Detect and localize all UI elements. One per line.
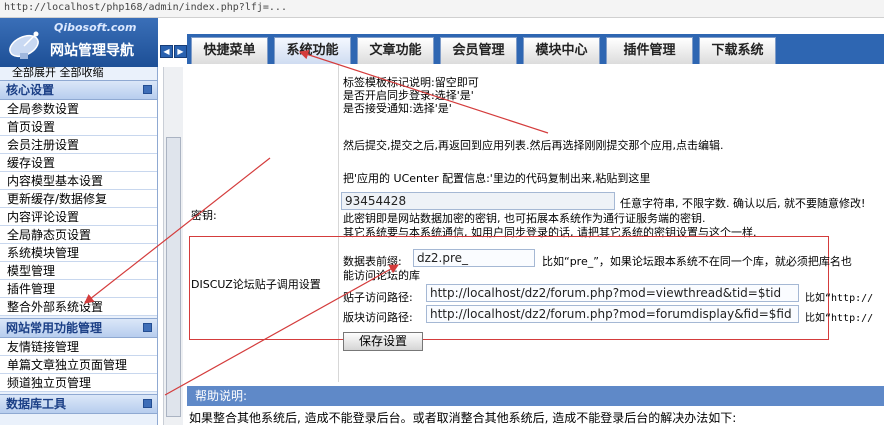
sidebar-item-register-settings[interactable]: 会员注册设置 — [0, 136, 157, 154]
sidebar-group-database-tools[interactable]: 数据库工具 — [0, 394, 157, 414]
discuz-settings-label: DISCUZ论坛贴子调用设置 — [191, 278, 321, 291]
instruction-line: 把'应用的 UCenter 配置信息:'里边的代码复制出来,粘贴到这里 — [343, 172, 651, 185]
tab-member-management[interactable]: 会员管理 — [440, 37, 517, 64]
top-nav-bar: 快捷菜单 系统功能 文章功能 会员管理 模块中心 插件管理 下载系统 — [187, 34, 884, 64]
sidebar-scrollbar[interactable] — [163, 67, 183, 425]
help-header: 帮助说明: — [187, 386, 884, 406]
sidebar-group-label: 数据库工具 — [6, 397, 67, 411]
nav-right-arrow-icon[interactable]: ▶ — [174, 45, 187, 58]
browser-url-bar[interactable]: http://localhost/php168/admin/index.php?… — [0, 0, 884, 18]
satellite-dish-icon — [9, 31, 39, 59]
prefix-hint-continued: 能访问论坛的库 — [343, 269, 420, 282]
key-hint: 任意字符串, 不限字数. 确认以后, 就不要随意修改! — [620, 197, 866, 210]
instruction-line: 然后提交,提交之后,再返回到应用列表.然后再选择刚刚提交那个应用,点击编辑. — [343, 139, 724, 152]
tab-module-center[interactable]: 模块中心 — [523, 37, 600, 64]
tab-quick-menu[interactable]: 快捷菜单 — [191, 37, 268, 64]
sidebar-item-friend-links[interactable]: 友情链接管理 — [0, 338, 157, 356]
collapse-toggle-icon[interactable] — [143, 85, 152, 94]
sidebar-item-plugin-management[interactable]: 插件管理 — [0, 280, 157, 298]
sidebar-item-static-page-settings[interactable]: 全局静态页设置 — [0, 226, 157, 244]
key-input[interactable]: 93454428 — [341, 192, 615, 210]
thread-path-input[interactable]: http://localhost/dz2/forum.php?mod=viewt… — [426, 284, 799, 302]
sidebar-item-system-modules[interactable]: 系统模块管理 — [0, 244, 157, 262]
tab-article-functions[interactable]: 文章功能 — [357, 37, 434, 64]
sidebar-group-label: 核心设置 — [6, 83, 55, 97]
save-settings-button[interactable]: 保存设置 — [343, 332, 423, 351]
sidebar-item-external-integration[interactable]: 整合外部系统设置 — [0, 298, 157, 316]
sidebar-group-label: 网站常用功能管理 — [6, 321, 103, 335]
sidebar-item-cache-settings[interactable]: 缓存设置 — [0, 154, 157, 172]
browser-url-text: http://localhost/php168/admin/index.php?… — [4, 2, 287, 13]
sidebar-expand-collapse[interactable]: 全部展开 全部收缩 — [0, 67, 157, 80]
forum-path-hint: 比如“http:// — [805, 313, 874, 324]
instruction-line: 是否接受通知:选择'是' — [343, 102, 452, 115]
sidebar: 全部展开 全部收缩 核心设置 全局参数设置 首页设置 会员注册设置 缓存设置 内… — [0, 67, 158, 425]
prefix-hint: 比如“pre_”，如果论坛跟本系统不在同一个库，就必须把库名也 — [542, 255, 852, 268]
collapse-toggle-icon[interactable] — [143, 399, 152, 408]
sidebar-group-core-settings[interactable]: 核心设置 — [0, 80, 157, 100]
tab-download-system[interactable]: 下载系统 — [699, 37, 776, 64]
logo-site-text: Qibosoft.com — [54, 21, 137, 34]
tab-system-functions[interactable]: 系统功能 — [274, 37, 351, 64]
thread-path-label: 贴子访问路径: — [343, 291, 413, 304]
forum-path-input[interactable]: http://localhost/dz2/forum.php?mod=forum… — [426, 305, 799, 323]
sidebar-item-channel-pages[interactable]: 频道独立页管理 — [0, 374, 157, 392]
sidebar-item-update-cache[interactable]: 更新缓存/数据修复 — [0, 190, 157, 208]
nav-left-arrow-icon[interactable]: ◀ — [160, 45, 173, 58]
sidebar-item-global-params[interactable]: 全局参数设置 — [0, 100, 157, 118]
sidebar-item-comment-settings[interactable]: 内容评论设置 — [0, 208, 157, 226]
forum-path-label: 版块访问路径: — [343, 311, 413, 324]
scrollbar-thumb[interactable] — [166, 137, 181, 417]
thread-path-hint: 比如“http:// — [805, 293, 874, 304]
sidebar-item-homepage-settings[interactable]: 首页设置 — [0, 118, 157, 136]
logo-title: 网站管理导航 — [50, 43, 134, 59]
sidebar-item-content-model-basic[interactable]: 内容模型基本设置 — [0, 172, 157, 190]
tab-plugin-management[interactable]: 插件管理 — [606, 37, 693, 64]
help-text: 如果整合其他系统后, 造成不能登录后台。或者取消整合其他系统后, 造成不能登录后… — [189, 411, 737, 425]
table-prefix-input[interactable]: dz2.pre_ — [413, 249, 535, 267]
key-label: 密钥: — [191, 209, 217, 222]
sidebar-item-single-article-pages[interactable]: 单篇文章独立页面管理 — [0, 356, 157, 374]
logo-banner: Qibosoft.com 网站管理导航 — [0, 18, 158, 67]
sidebar-item-model-management[interactable]: 模型管理 — [0, 262, 157, 280]
main-content: 标签模板标记说明:留空即可 是否开启同步登录:选择'是' 是否接受通知:选择'是… — [187, 64, 884, 425]
sidebar-group-common-functions[interactable]: 网站常用功能管理 — [0, 318, 157, 338]
collapse-toggle-icon[interactable] — [143, 323, 152, 332]
